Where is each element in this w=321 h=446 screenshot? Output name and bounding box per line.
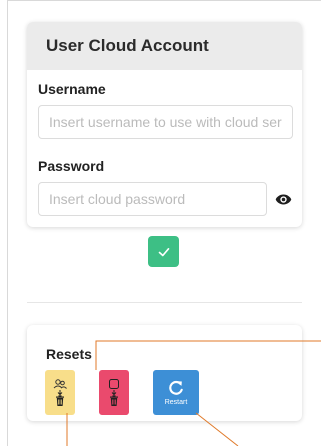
check-icon (158, 247, 169, 256)
reset-users-button[interactable] (45, 370, 75, 415)
username-label: Username (38, 81, 106, 97)
reset-data-button[interactable] (99, 370, 129, 415)
cloud-account-card: User Cloud Account Username Insert usern… (27, 22, 302, 227)
restart-icon (169, 380, 183, 395)
resets-title: Resets (46, 346, 92, 362)
restart-button[interactable]: Restart (153, 370, 199, 415)
password-label: Password (38, 158, 105, 174)
password-input[interactable]: Insert cloud password (38, 182, 267, 216)
panel-border-left (7, 0, 8, 446)
confirm-button[interactable] (148, 236, 179, 267)
resets-card: Resets Restart (27, 325, 302, 421)
username-input[interactable]: Insert username to use with cloud ser (38, 105, 293, 139)
panel-border-top (7, 0, 321, 1)
restart-label: Restart (164, 399, 188, 406)
eye-icon[interactable] (275, 191, 292, 208)
data-trash-icon (109, 378, 119, 406)
users-trash-icon (53, 378, 67, 406)
cloud-account-title: User Cloud Account (27, 22, 302, 70)
section-divider (27, 302, 302, 303)
